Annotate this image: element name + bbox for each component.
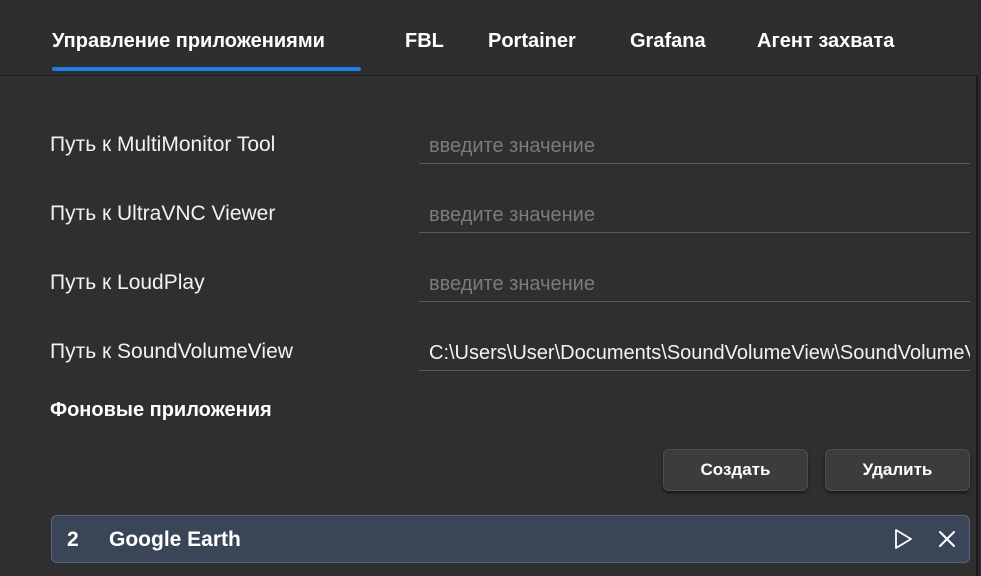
play-icon[interactable] [892,528,914,550]
tab-fbl[interactable]: FBL [405,30,444,53]
multimonitor-path-input[interactable] [419,130,970,164]
soundvolumeview-path-label: Путь к SoundVolumeView [50,340,293,363]
loudplay-path-input[interactable] [419,268,970,302]
tab-portainer[interactable]: Portainer [488,30,576,53]
background-apps-title: Фоновые приложения [50,399,272,421]
tab-grafana[interactable]: Grafana [630,30,706,53]
app-name: Google Earth [109,528,241,551]
ultravnc-path-label: Путь к UltraVNC Viewer [50,202,276,225]
soundvolumeview-path-input[interactable] [419,337,970,371]
background-app-row[interactable]: 2 Google Earth [51,515,970,563]
close-icon[interactable] [936,528,958,550]
tab-bar: Управление приложениями FBL Portainer Gr… [0,0,978,76]
settings-panel: Управление приложениями FBL Portainer Gr… [0,0,978,576]
ultravnc-path-input[interactable] [419,199,970,233]
delete-button[interactable]: Удалить [825,449,970,491]
app-number: 2 [67,528,79,551]
tab-app-management[interactable]: Управление приложениями [52,30,325,53]
active-tab-indicator [52,67,361,71]
loudplay-path-label: Путь к LoudPlay [50,271,205,294]
tab-capture-agent[interactable]: Агент захвата [757,30,894,53]
multimonitor-path-label: Путь к MultiMonitor Tool [50,133,276,156]
create-button[interactable]: Создать [663,449,808,491]
